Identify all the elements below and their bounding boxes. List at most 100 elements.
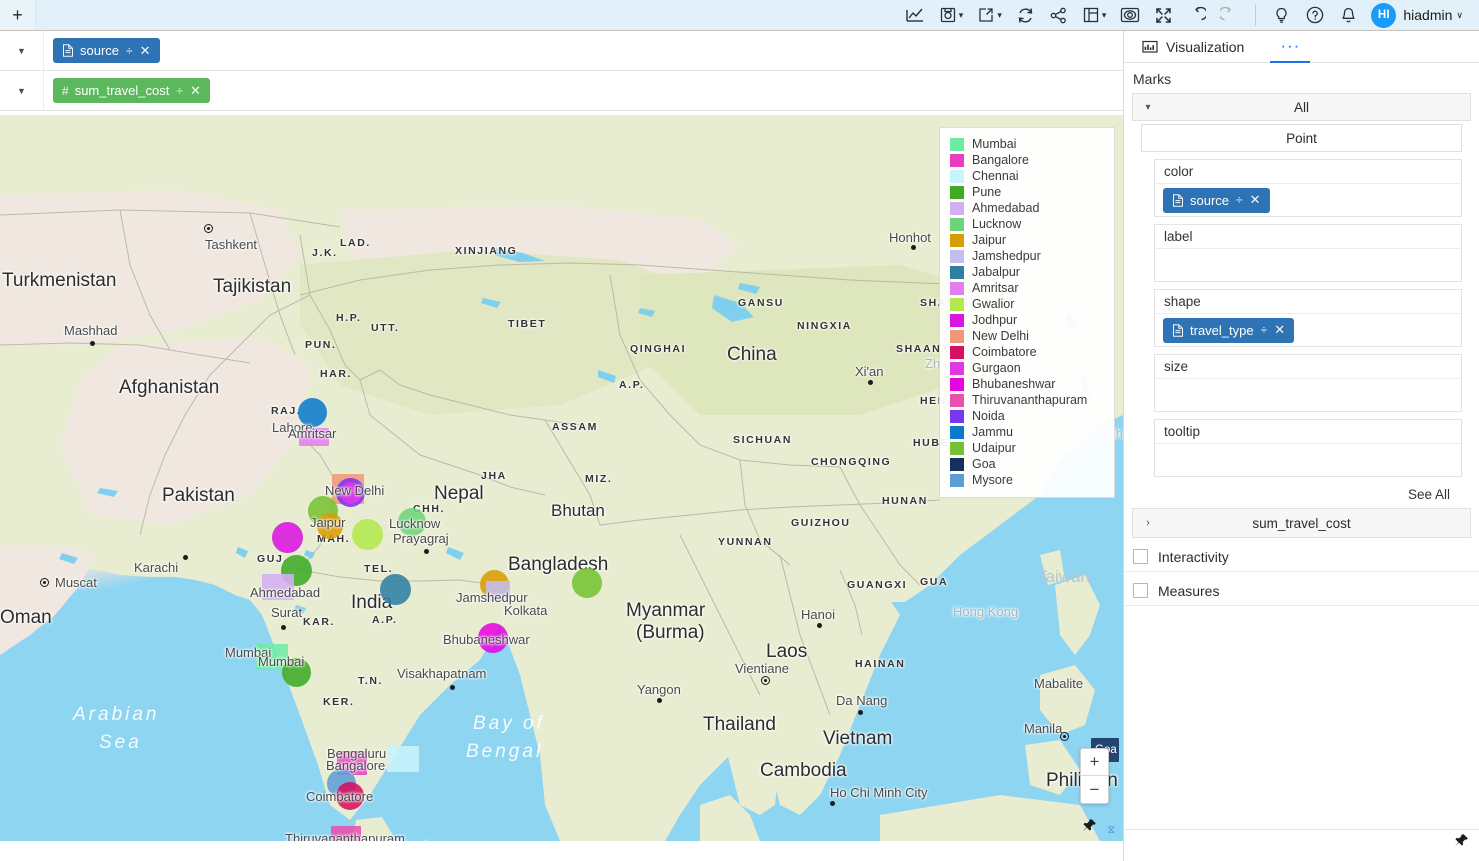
encoding-dropzone[interactable] <box>1155 249 1461 281</box>
legend-item[interactable]: Thiruvananthapuram <box>950 392 1106 408</box>
legend-item[interactable]: Noida <box>950 408 1106 424</box>
legend-item[interactable]: Udaipur <box>950 440 1106 456</box>
chevron-down-icon[interactable]: ▾ <box>1102 10 1107 21</box>
legend-item[interactable]: Gurgaon <box>950 360 1106 376</box>
legend-item[interactable]: Coimbatore <box>950 344 1106 360</box>
close-icon[interactable]: ✕ <box>140 43 151 59</box>
fullscreen-icon[interactable] <box>1147 0 1180 31</box>
legend-item[interactable]: Chennai <box>950 168 1106 184</box>
encoding-dropzone[interactable] <box>1155 379 1461 411</box>
legend-item[interactable]: Lucknow <box>950 216 1106 232</box>
close-icon[interactable]: ✕ <box>1250 192 1261 208</box>
sort-icon[interactable]: ÷ <box>176 84 183 98</box>
panel-more-button[interactable]: ··· <box>1270 31 1311 63</box>
legend-item[interactable]: Jaipur <box>950 232 1106 248</box>
pill-label: source <box>1190 192 1230 208</box>
pill-source[interactable]: source ÷ ✕ <box>53 38 160 63</box>
notifications-icon[interactable] <box>1332 0 1365 31</box>
lightbulb-icon[interactable] <box>1265 0 1298 31</box>
measures-toggle[interactable]: Measures <box>1124 576 1479 606</box>
undo-icon[interactable] <box>1180 0 1213 31</box>
legend-item[interactable]: Ahmedabad <box>950 200 1106 216</box>
map-scale-icon[interactable]: ⧖ <box>1107 825 1115 836</box>
legend-label: Amritsar <box>972 281 1019 295</box>
marks-measure-row[interactable]: › sum_travel_cost <box>1132 508 1471 538</box>
legend-item[interactable]: Mysore <box>950 472 1106 488</box>
legend-item[interactable]: New Delhi <box>950 328 1106 344</box>
legend-item[interactable]: Jodhpur <box>950 312 1106 328</box>
measure-hash-icon: # <box>62 83 69 98</box>
tab-visualization[interactable]: Visualization <box>1142 31 1244 63</box>
legend-item[interactable]: Jamshedpur <box>950 248 1106 264</box>
map-mark[interactable] <box>282 658 311 687</box>
map-mark[interactable] <box>262 574 294 600</box>
map-mark[interactable] <box>340 482 362 504</box>
map-mark[interactable] <box>352 519 383 550</box>
legend-label: Jamshedpur <box>972 249 1041 263</box>
mark-type-selector[interactable]: Point <box>1141 124 1462 152</box>
chevron-down-icon[interactable]: ∨ <box>1456 10 1463 21</box>
legend-item[interactable]: Mumbai <box>950 136 1106 152</box>
close-icon[interactable]: ✕ <box>1274 322 1285 338</box>
legend-item[interactable]: Bhubaneshwar <box>950 376 1106 392</box>
map-mark[interactable] <box>272 522 303 553</box>
map-mark[interactable] <box>317 513 343 539</box>
legend-swatch <box>950 201 964 215</box>
legend-label: Mumbai <box>972 137 1017 151</box>
refresh-icon[interactable] <box>1009 0 1042 31</box>
map-mark[interactable] <box>478 623 508 653</box>
legend-item[interactable]: Pune <box>950 184 1106 200</box>
chart-line-icon[interactable] <box>898 0 932 31</box>
see-all-button[interactable]: See All <box>1154 484 1462 508</box>
interactivity-toggle[interactable]: Interactivity <box>1124 542 1479 572</box>
map-mark[interactable] <box>380 574 411 605</box>
legend-item[interactable]: Jabalpur <box>950 264 1106 280</box>
redo-icon[interactable] <box>1213 0 1246 31</box>
encoding-dropzone[interactable] <box>1155 444 1461 476</box>
sort-icon[interactable]: ÷ <box>1261 323 1268 337</box>
preview-icon[interactable] <box>1113 0 1147 31</box>
map-mark[interactable] <box>486 581 510 601</box>
export-icon[interactable]: ▾ <box>970 0 1009 31</box>
encoding-dropzone[interactable]: source ÷ ✕ <box>1155 184 1461 216</box>
zoom-out-button[interactable]: − <box>1081 776 1108 803</box>
map-canvas[interactable]: Arabian Sea Bay of Bengal Turkmenistan T… <box>0 115 1123 841</box>
map-mark[interactable] <box>398 508 426 536</box>
encoding-dropzone[interactable]: travel_type ÷ ✕ <box>1155 314 1461 346</box>
map-mark[interactable] <box>572 568 602 598</box>
chevron-down-icon[interactable]: ▾ <box>959 10 964 21</box>
legend-item[interactable]: Bangalore <box>950 152 1106 168</box>
user-menu[interactable]: HI hiadmin ∨ <box>1365 0 1473 31</box>
legend-item[interactable]: Gwalior <box>950 296 1106 312</box>
map-mark[interactable] <box>387 746 419 772</box>
map-mark[interactable] <box>331 826 361 841</box>
checkbox[interactable] <box>1133 583 1148 598</box>
pill-source[interactable]: source ÷ ✕ <box>1163 187 1270 213</box>
shelf-collapse-caret[interactable]: ▼ <box>0 70 44 111</box>
map-mark[interactable] <box>298 398 327 427</box>
legend-label: Jodhpur <box>972 313 1018 327</box>
pill-travel-type[interactable]: travel_type ÷ ✕ <box>1163 317 1295 343</box>
help-icon[interactable] <box>1298 0 1332 31</box>
pill-sum-travel-cost[interactable]: # sum_travel_cost ÷ ✕ <box>53 78 210 103</box>
pin-icon[interactable] <box>1081 818 1097 837</box>
map-mark[interactable] <box>336 782 364 810</box>
sort-icon[interactable]: ÷ <box>1236 193 1243 207</box>
pin-icon[interactable] <box>1453 833 1469 853</box>
close-icon[interactable]: ✕ <box>190 83 201 99</box>
legend-item[interactable]: Amritsar <box>950 280 1106 296</box>
legend-item[interactable]: Goa <box>950 456 1106 472</box>
map-mark[interactable] <box>299 428 329 446</box>
sort-icon[interactable]: ÷ <box>126 44 133 58</box>
chevron-down-icon[interactable]: ▾ <box>997 10 1002 21</box>
zoom-in-button[interactable]: + <box>1081 749 1108 776</box>
shelf-collapse-caret[interactable]: ▼ <box>0 30 44 71</box>
checkbox[interactable] <box>1133 549 1148 564</box>
marks-all-header[interactable]: ▾ All <box>1132 93 1471 121</box>
layout-icon[interactable]: ▾ <box>1075 0 1114 31</box>
share-icon[interactable] <box>1042 0 1075 31</box>
add-tab-button[interactable]: + <box>0 0 36 30</box>
legend-label: Goa <box>972 457 996 471</box>
save-icon[interactable]: ▾ <box>932 0 971 31</box>
legend-item[interactable]: Jammu <box>950 424 1106 440</box>
